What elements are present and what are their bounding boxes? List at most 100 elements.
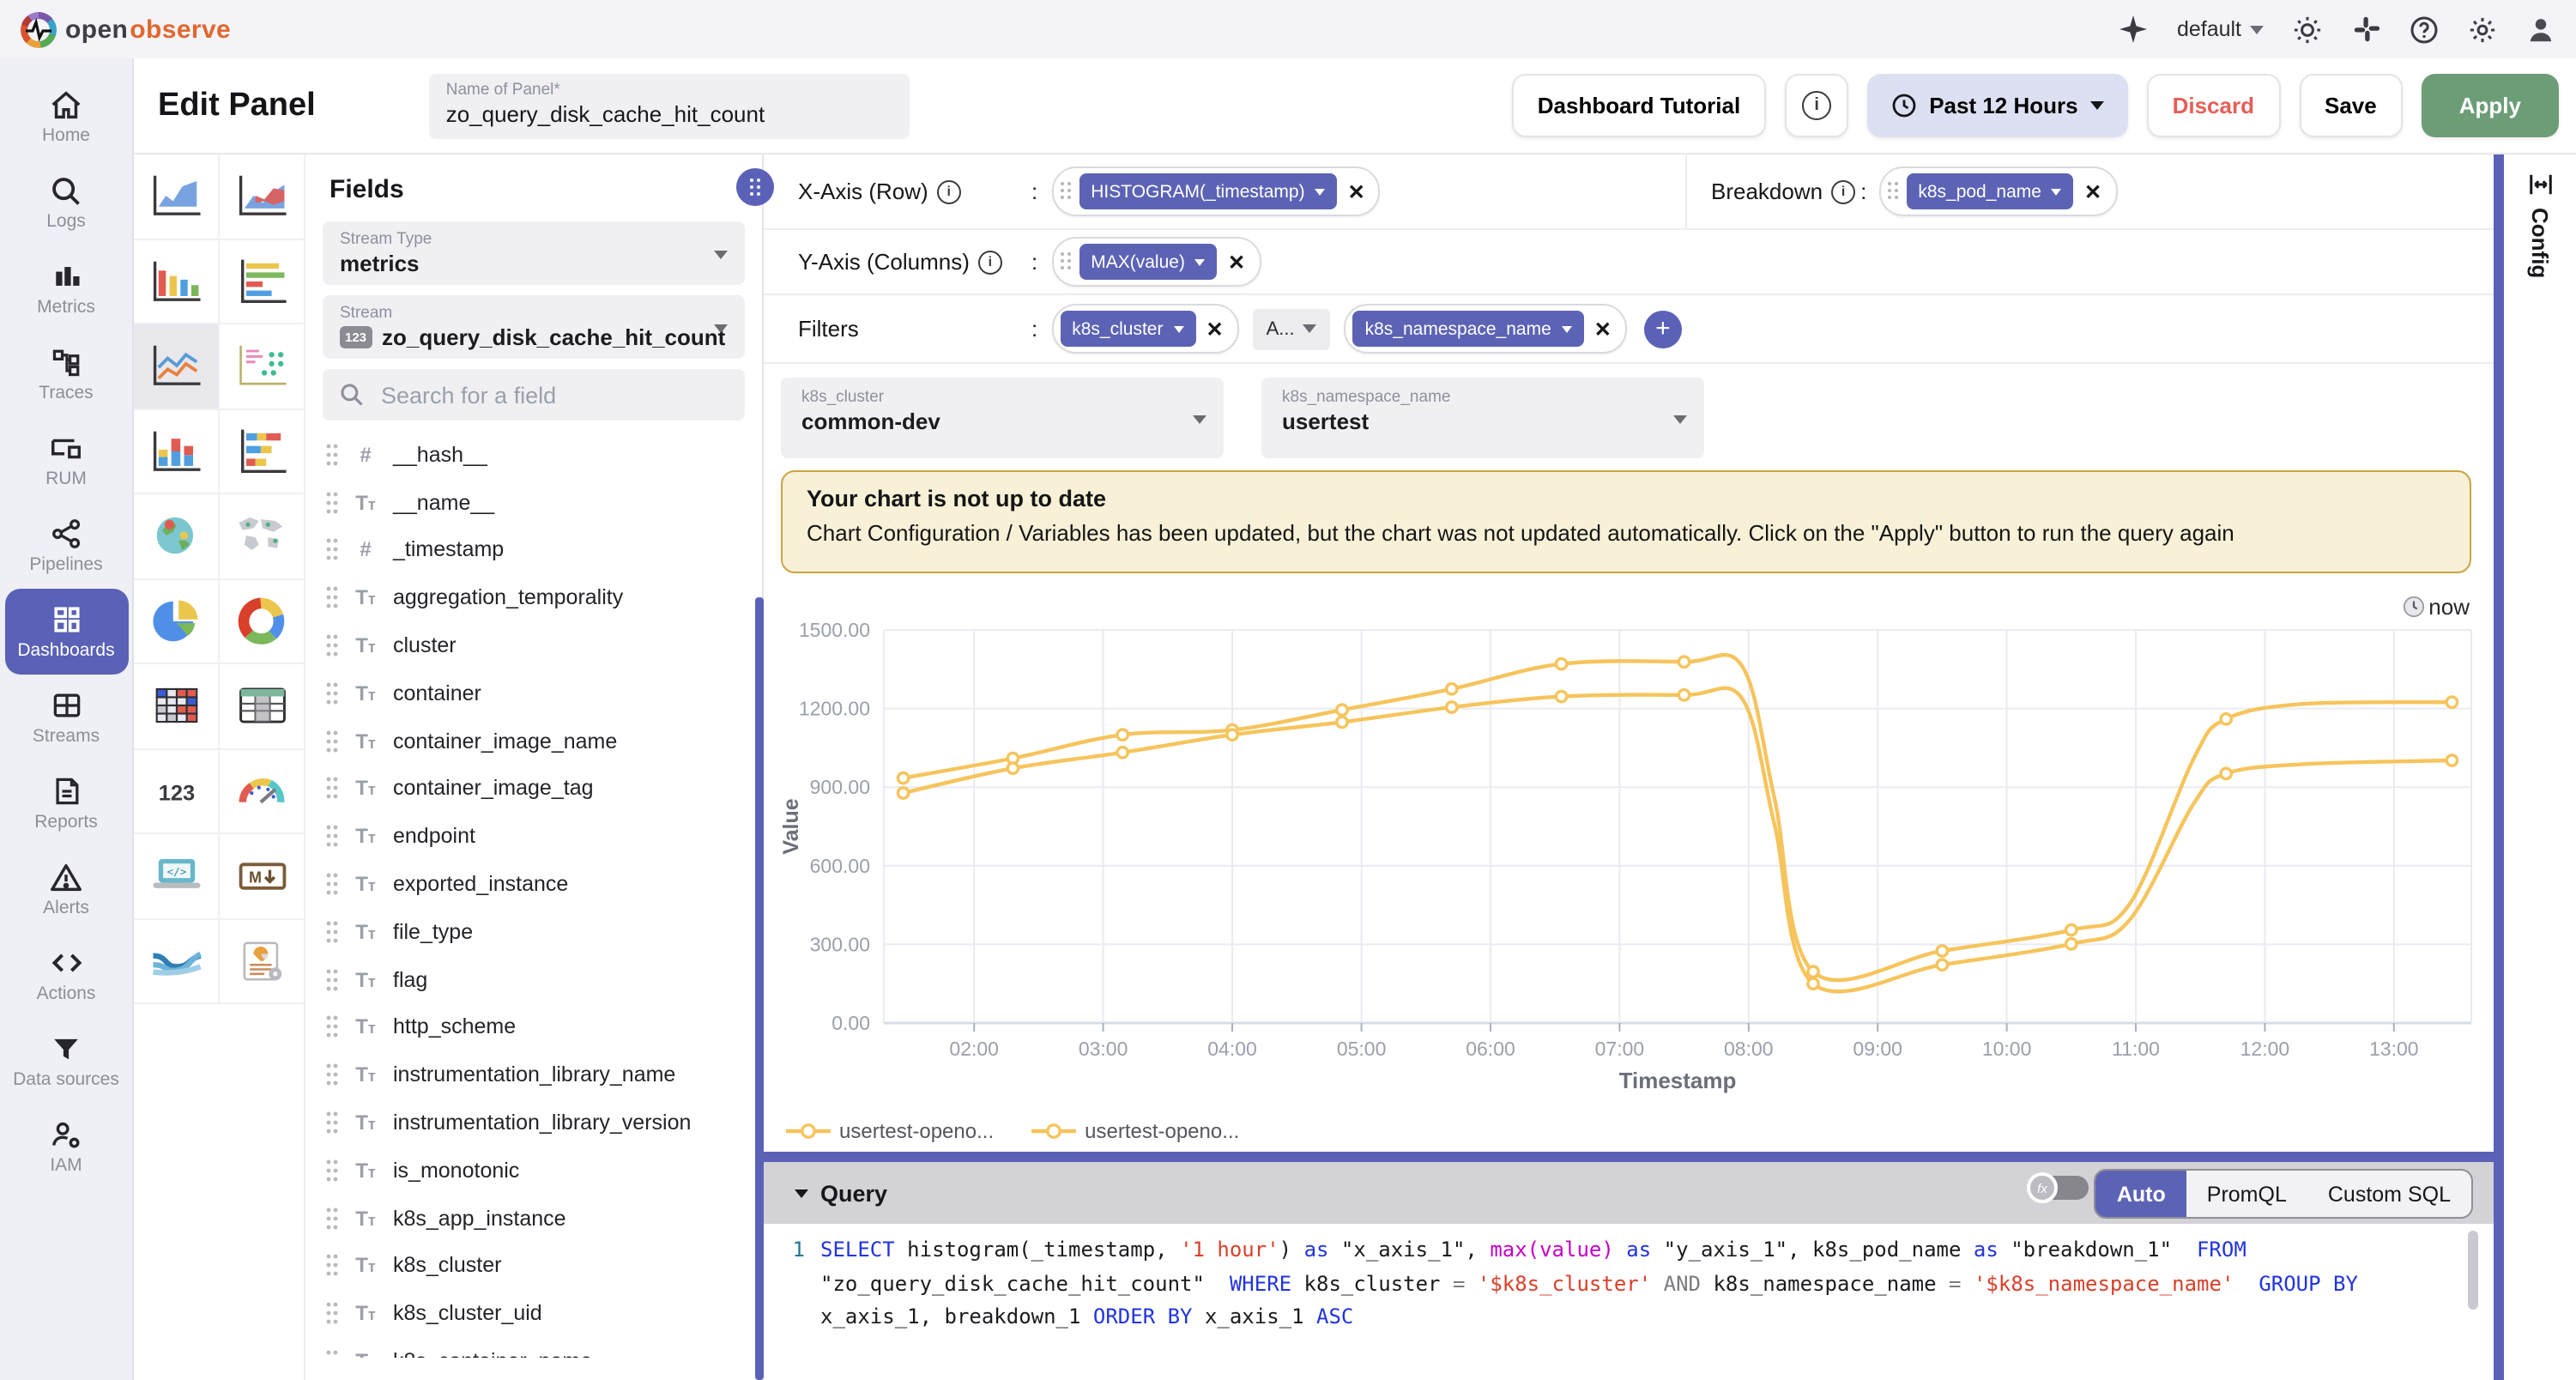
sidebar-item-rum[interactable]: RUM bbox=[4, 417, 128, 503]
sidebar-item-actions[interactable]: Actions bbox=[4, 932, 128, 1018]
add-filter-button[interactable]: + bbox=[1644, 310, 1682, 348]
stream-type-select[interactable]: Stream Type metrics bbox=[323, 221, 745, 285]
sidebar-item-data-sources[interactable]: Data sources bbox=[4, 1018, 128, 1104]
chart-type-markdown[interactable]: M bbox=[220, 834, 305, 919]
chart-query-splitter[interactable] bbox=[764, 1152, 2494, 1162]
field-item-is-monotonic[interactable]: Tтis_monotonic bbox=[305, 1147, 762, 1195]
org-selector[interactable]: default bbox=[2177, 17, 2264, 41]
field-item-container-image-name[interactable]: Tтcontainer_image_name bbox=[305, 717, 762, 766]
chart-canvas[interactable]: 0.00300.00600.00900.001200.001500.0002:0… bbox=[764, 580, 2494, 1116]
sidebar-item-traces[interactable]: Traces bbox=[4, 331, 128, 417]
chart-type-area-stacked[interactable] bbox=[220, 154, 305, 239]
query-tab-auto[interactable]: Auto bbox=[2096, 1171, 2186, 1217]
config-panel-toggle[interactable]: Config bbox=[2504, 172, 2576, 278]
remove-y-axis-button[interactable]: ✕ bbox=[1225, 250, 1249, 274]
filter-chip-k8s-cluster[interactable]: k8s_cluster bbox=[1060, 311, 1195, 347]
panel-name-field[interactable]: Name of Panel* zo_query_disk_cache_hit_c… bbox=[429, 73, 910, 138]
settings-gear-icon[interactable] bbox=[2468, 15, 2497, 44]
variable-k8s-cluster-select[interactable]: k8s_cluster common-dev bbox=[781, 378, 1224, 458]
chart-type-custom[interactable] bbox=[220, 919, 305, 1004]
field-item--timestamp[interactable]: #_timestamp bbox=[305, 526, 762, 574]
chart-type-heatmap[interactable] bbox=[134, 664, 220, 749]
chart-type-gauge[interactable] bbox=[220, 749, 305, 834]
sidebar-item-home[interactable]: Home bbox=[4, 74, 128, 160]
drag-handle-icon[interactable] bbox=[1887, 182, 1899, 201]
discard-button[interactable]: Discard bbox=[2147, 74, 2280, 137]
field-item-aggregation-temporality[interactable]: Tтaggregation_temporality bbox=[305, 574, 762, 622]
chart-type-metric-text[interactable]: 123 bbox=[134, 749, 220, 834]
field-item-k8s-cluster[interactable]: Tтk8s_cluster bbox=[305, 1242, 762, 1290]
field-item-k8s-cluster-uid[interactable]: Tтk8s_cluster_uid bbox=[305, 1290, 762, 1338]
breakdown-chip[interactable]: k8s_pod_name bbox=[1906, 173, 2074, 209]
field-item-cluster[interactable]: Tтcluster bbox=[305, 621, 762, 669]
remove-filter-1-button[interactable]: ✕ bbox=[1202, 317, 1226, 341]
sidebar-item-dashboards[interactable]: Dashboards bbox=[4, 589, 128, 675]
fields-panel-drag-handle[interactable] bbox=[736, 168, 774, 206]
query-tab-custom-sql[interactable]: Custom SQL bbox=[2307, 1171, 2471, 1217]
legend-item-2[interactable]: usertest-openo... bbox=[1031, 1119, 1239, 1143]
panel-name-value[interactable]: zo_query_disk_cache_hit_count bbox=[446, 100, 892, 126]
chart-type-bar[interactable] bbox=[134, 239, 220, 324]
y-axis-chip[interactable]: MAX(value) bbox=[1079, 244, 1218, 280]
sidebar-item-pipelines[interactable]: Pipelines bbox=[4, 503, 128, 589]
save-button[interactable]: Save bbox=[2299, 74, 2403, 137]
field-item-instrumentation-library-version[interactable]: Tтinstrumentation_library_version bbox=[305, 1099, 762, 1147]
field-item-k8s-container-name[interactable]: Tтk8s_container_name bbox=[305, 1337, 762, 1358]
info-button[interactable]: i bbox=[1785, 74, 1848, 137]
chart-type-donut[interactable] bbox=[220, 579, 305, 664]
field-item-k8s-app-instance[interactable]: Tтk8s_app_instance bbox=[305, 1195, 762, 1243]
chart-type-h-stacked-bar[interactable] bbox=[220, 409, 305, 494]
chart-type-html[interactable]: </> bbox=[134, 834, 220, 919]
sparkle-ai-icon[interactable] bbox=[2119, 15, 2148, 44]
field-search[interactable] bbox=[323, 369, 745, 421]
function-editor-toggle[interactable]: fx bbox=[2037, 1176, 2089, 1200]
chart-type-h-bar[interactable] bbox=[220, 239, 305, 324]
chart-type-table[interactable] bbox=[220, 664, 305, 749]
field-item--hash-[interactable]: #__hash__ bbox=[305, 431, 762, 479]
filter-join-select[interactable]: A... bbox=[1253, 308, 1331, 349]
chart-type-maps[interactable] bbox=[220, 494, 305, 579]
chart-type-line[interactable] bbox=[134, 324, 220, 409]
legend-item-1[interactable]: usertest-openo... bbox=[786, 1119, 994, 1143]
field-item-container[interactable]: Tтcontainer bbox=[305, 669, 762, 717]
sidebar-item-streams[interactable]: Streams bbox=[4, 675, 128, 760]
x-axis-chip[interactable]: HISTOGRAM(_timestamp) bbox=[1079, 173, 1337, 209]
field-item-flag[interactable]: Tтflag bbox=[305, 956, 762, 1004]
remove-x-axis-button[interactable]: ✕ bbox=[1345, 179, 1369, 203]
sidebar-item-metrics[interactable]: Metrics bbox=[4, 245, 128, 331]
field-item-exported-instance[interactable]: Tтexported_instance bbox=[305, 860, 762, 908]
field-item--name-[interactable]: Tт__name__ bbox=[305, 479, 762, 527]
query-tab-promql[interactable]: PromQL bbox=[2186, 1171, 2307, 1217]
drag-handle-icon[interactable] bbox=[1060, 182, 1072, 201]
remove-filter-2-button[interactable]: ✕ bbox=[1591, 317, 1615, 341]
chart-type-area[interactable] bbox=[134, 154, 220, 239]
stream-select[interactable]: Stream 123zo_query_disk_cache_hit_count bbox=[323, 295, 745, 359]
sidebar-item-reports[interactable]: Reports bbox=[4, 760, 128, 846]
chart-type-scatter[interactable] bbox=[220, 324, 305, 409]
sql-editor[interactable]: 1 SELECT histogram(_timestamp, '1 hour')… bbox=[764, 1224, 2494, 1380]
fields-scrollbar[interactable] bbox=[755, 597, 764, 1380]
field-search-input[interactable] bbox=[378, 380, 711, 409]
openobserve-logo[interactable]: openobserve bbox=[21, 11, 231, 47]
sidebar-item-iam[interactable]: IAM bbox=[4, 1104, 128, 1189]
query-collapse-toggle[interactable]: Query bbox=[795, 1180, 887, 1206]
filter-chip-k8s-namespace-name[interactable]: k8s_namespace_name bbox=[1353, 311, 1584, 347]
field-item-instrumentation-library-name[interactable]: Tтinstrumentation_library_name bbox=[305, 1051, 762, 1099]
slack-icon[interactable] bbox=[2351, 15, 2380, 44]
time-range-button[interactable]: Past 12 Hours bbox=[1867, 74, 2127, 137]
apply-button[interactable]: Apply bbox=[2422, 74, 2559, 137]
sidebar-item-logs[interactable]: Logs bbox=[4, 160, 128, 245]
field-item-file-type[interactable]: Tтfile_type bbox=[305, 908, 762, 956]
user-profile-icon[interactable] bbox=[2526, 15, 2555, 44]
chart-type-pie[interactable] bbox=[134, 579, 220, 664]
chart-type-geomap[interactable] bbox=[134, 494, 220, 579]
field-item-container-image-tag[interactable]: Tтcontainer_image_tag bbox=[305, 765, 762, 813]
drag-handle-icon[interactable] bbox=[1060, 252, 1072, 271]
sql-scrollbar[interactable] bbox=[2468, 1231, 2478, 1310]
sql-code[interactable]: SELECT histogram(_timestamp, '1 hour') a… bbox=[820, 1234, 2451, 1335]
dashboard-tutorial-button[interactable]: Dashboard Tutorial bbox=[1512, 74, 1766, 137]
theme-toggle-icon[interactable] bbox=[2293, 15, 2322, 44]
chart-type-stacked-bar[interactable] bbox=[134, 409, 220, 494]
help-icon[interactable] bbox=[2410, 15, 2439, 44]
variable-k8s-namespace-select[interactable]: k8s_namespace_name usertest bbox=[1261, 378, 1704, 458]
